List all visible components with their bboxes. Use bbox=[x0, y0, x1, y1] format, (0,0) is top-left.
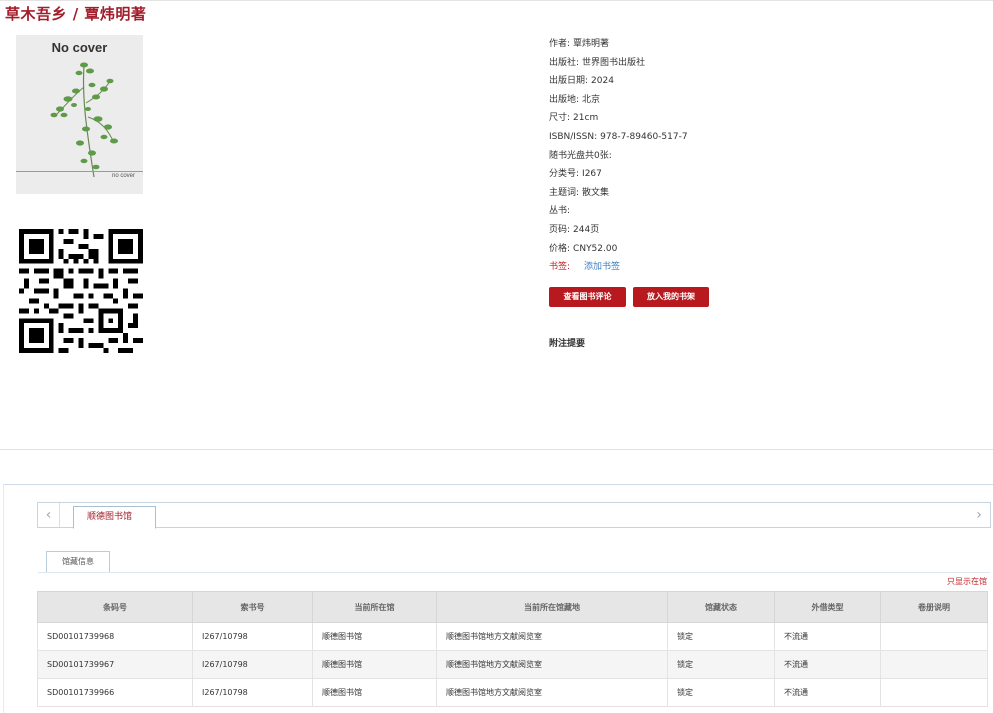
meta-label: 主题词: bbox=[549, 187, 580, 198]
meta-label: 出版社: bbox=[549, 57, 580, 68]
meta-row: 分类号: I267 bbox=[549, 167, 688, 186]
table-cell bbox=[880, 650, 988, 679]
meta-row: 尺寸: 21cm bbox=[549, 111, 688, 130]
annotation-heading: 附注提要 bbox=[549, 339, 586, 349]
meta-label: 价格: bbox=[549, 243, 571, 254]
table-cell: 顺德图书馆 bbox=[312, 678, 437, 707]
table-cell: 顺德图书馆 bbox=[312, 622, 437, 651]
table-cell: 顺德图书馆 bbox=[312, 650, 437, 679]
table-cell: I267/10798 bbox=[192, 678, 313, 707]
meta-label: 页码: bbox=[549, 224, 571, 235]
meta-value: 244页 bbox=[573, 224, 600, 235]
meta-row: ISBN/ISSN: 978-7-89460-517-7 bbox=[549, 130, 688, 149]
meta-value: 2024 bbox=[591, 76, 614, 87]
meta-label: ISBN/ISSN: bbox=[549, 131, 598, 142]
column-header: 卷册说明 bbox=[880, 591, 988, 623]
meta-label: 出版地: bbox=[549, 94, 580, 105]
subtab-divider bbox=[38, 572, 990, 573]
table-cell: 不流通 bbox=[774, 678, 881, 707]
meta-row: 价格: CNY52.00 bbox=[549, 242, 688, 261]
table-cell: 顺德图书馆地方文献阅览室 bbox=[436, 622, 668, 651]
meta-row: 主题词: 散文集 bbox=[549, 186, 688, 205]
page-title: 草木吾乡 / 覃炜明著 bbox=[5, 5, 147, 23]
column-header: 当前所在馆藏地 bbox=[436, 591, 668, 623]
table-cell bbox=[880, 678, 988, 707]
column-header: 索书号 bbox=[192, 591, 313, 623]
column-header: 馆藏状态 bbox=[667, 591, 775, 623]
table-cell bbox=[880, 622, 988, 651]
table-cell: 不流通 bbox=[774, 650, 881, 679]
library-tabbar: ‹ 顺德图书馆 › bbox=[37, 502, 991, 529]
meta-value: 世界图书出版社 bbox=[582, 57, 646, 68]
meta-value: 覃炜明著 bbox=[573, 39, 610, 49]
table-cell: I267/10798 bbox=[192, 622, 313, 651]
qr-code-icon bbox=[19, 229, 143, 353]
column-header: 当前所在馆 bbox=[312, 591, 437, 623]
table-cell: I267/10798 bbox=[192, 650, 313, 679]
meta-label: 出版日期: bbox=[549, 76, 589, 87]
bookmark-row: 书签: 添加书签 bbox=[549, 260, 688, 279]
table-cell: 顺德图书馆地方文献阅览室 bbox=[436, 650, 668, 679]
column-header: 外借类型 bbox=[774, 591, 881, 623]
bookmark-label: 书签: bbox=[549, 262, 571, 273]
holdings-table: 条码号 索书号 当前所在馆 当前所在馆藏地 馆藏状态 外借类型 卷册说明 SD0010173… bbox=[37, 591, 988, 707]
cover-label: No cover bbox=[51, 40, 108, 55]
table-cell: 锁定 bbox=[667, 622, 775, 651]
tab-shunde-library[interactable]: 顺德图书馆 bbox=[73, 506, 156, 529]
meta-value: I267 bbox=[582, 169, 602, 180]
meta-value: 北京 bbox=[582, 94, 601, 105]
meta-row: 出版地: 北京 bbox=[549, 93, 688, 112]
only-show-available-link[interactable]: 只显示在馆 bbox=[947, 576, 987, 587]
meta-value: CNY52.00 bbox=[573, 243, 618, 254]
cover-small-label: no cover bbox=[111, 173, 135, 179]
meta-label: 随书光盘共0张: bbox=[549, 150, 612, 161]
meta-row: 页码: 244页 bbox=[549, 223, 688, 242]
column-header: 条码号 bbox=[37, 591, 193, 623]
plant-illustration-icon bbox=[50, 62, 118, 178]
table-cell: SD00101739968 bbox=[37, 622, 193, 651]
table-row: SD00101739968 I267/10798 顺德图书馆 顺德图书馆地方文献阅览室… bbox=[37, 622, 988, 651]
table-cell: 不流通 bbox=[774, 622, 881, 651]
add-to-shelf-button[interactable]: 放入我的书架 bbox=[633, 287, 709, 307]
tab-prev-arrow-icon[interactable]: ‹ bbox=[38, 503, 60, 527]
meta-row: 出版社: 世界图书出版社 bbox=[549, 56, 688, 75]
meta-value: 散文集 bbox=[582, 187, 610, 198]
meta-row: 作者: 覃炜明著 bbox=[549, 37, 688, 56]
cover-divider bbox=[16, 171, 143, 172]
table-cell: SD00101739967 bbox=[37, 650, 193, 679]
book-cover-image: No cover no cover bbox=[16, 35, 143, 194]
section-divider bbox=[0, 449, 993, 450]
table-row: SD00101739967 I267/10798 顺德图书馆 顺德图书馆地方文献阅览室… bbox=[37, 650, 988, 679]
table-cell: SD00101739966 bbox=[37, 678, 193, 707]
meta-label: 尺寸: bbox=[549, 113, 571, 124]
table-cell: 锁定 bbox=[667, 678, 775, 707]
table-row: SD00101739966 I267/10798 顺德图书馆 顺德图书馆地方文献阅览室… bbox=[37, 678, 988, 707]
tab-next-arrow-icon[interactable]: › bbox=[968, 503, 990, 527]
meta-value: 21cm bbox=[573, 113, 599, 124]
top-divider bbox=[0, 0, 993, 1]
meta-row: 随书光盘共0张: bbox=[549, 149, 688, 168]
meta-label: 丛书: bbox=[549, 206, 571, 217]
meta-value: 978-7-89460-517-7 bbox=[600, 131, 688, 142]
meta-row: 出版日期: 2024 bbox=[549, 74, 688, 93]
table-cell: 顺德图书馆地方文献阅览室 bbox=[436, 678, 668, 707]
tab-holdings-info[interactable]: 馆藏信息 bbox=[46, 551, 110, 573]
book-metadata: 作者: 覃炜明著 出版社: 世界图书出版社 出版日期: 2024 出版地: 北京 尺寸: 21cm… bbox=[549, 37, 688, 279]
meta-row: 丛书: bbox=[549, 204, 688, 223]
add-bookmark-link[interactable]: 添加书签 bbox=[584, 262, 620, 272]
meta-label: 分类号: bbox=[549, 169, 580, 180]
meta-label: 作者: bbox=[549, 39, 571, 49]
table-cell: 锁定 bbox=[667, 650, 775, 679]
view-reviews-button[interactable]: 查看图书评论 bbox=[549, 287, 626, 307]
